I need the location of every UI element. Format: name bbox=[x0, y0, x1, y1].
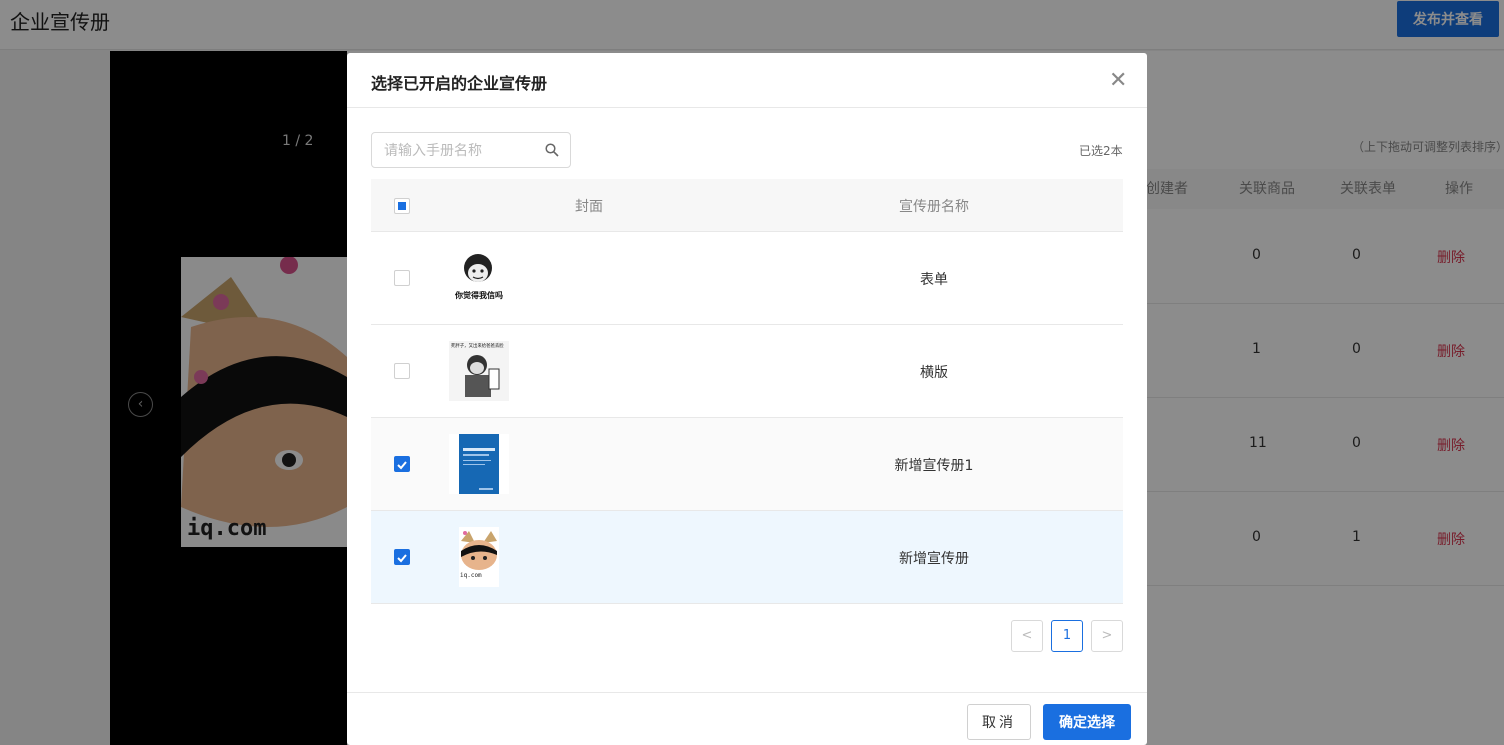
check-icon bbox=[397, 554, 407, 563]
col-cover: 封面 bbox=[575, 199, 603, 215]
row-checkbox[interactable] bbox=[394, 363, 410, 379]
brochure-name: 表单 bbox=[920, 272, 948, 288]
check-icon bbox=[397, 461, 407, 470]
svg-text:你觉得我信吗: 你觉得我信吗 bbox=[454, 290, 503, 300]
table-row[interactable]: 你觉得我信吗 表单 bbox=[371, 232, 1123, 325]
cancel-button[interactable]: 取消 bbox=[967, 704, 1031, 740]
modal-footer: 取消 确定选择 bbox=[347, 692, 1147, 745]
select-brochure-modal: 选择已开启的企业宣传册 ✕ 已选2本 封面 宣传册名称 bbox=[347, 53, 1147, 745]
cartoon-face-image: iq.com bbox=[449, 527, 509, 587]
meme-figure-image: 死胖子，又出来给爸爸丢脸 bbox=[449, 341, 509, 401]
brochure-name: 横版 bbox=[920, 365, 948, 381]
svg-text:iq.com: iq.com bbox=[460, 572, 482, 579]
svg-text:死胖子，又出来给爸爸丢脸: 死胖子，又出来给爸爸丢脸 bbox=[451, 342, 504, 349]
pagination-page[interactable]: 1 bbox=[1051, 620, 1083, 652]
brochure-table: 封面 宣传册名称 你觉得我信吗 表单 死胖子，又出来给爸爸丢脸 横版 新增宣传册… bbox=[371, 179, 1123, 604]
brochure-name: 新增宣传册 bbox=[899, 551, 969, 567]
table-row[interactable]: iq.com 新增宣传册 bbox=[371, 511, 1123, 604]
row-checkbox[interactable] bbox=[394, 270, 410, 286]
pagination-next[interactable]: > bbox=[1091, 620, 1123, 652]
table-row[interactable]: 新增宣传册1 bbox=[371, 418, 1123, 511]
search-box bbox=[371, 132, 571, 168]
cover-thumbnail bbox=[449, 434, 509, 494]
row-checkbox[interactable] bbox=[394, 549, 410, 565]
row-checkbox[interactable] bbox=[394, 456, 410, 472]
search-icon[interactable] bbox=[545, 143, 559, 157]
confirm-selection-button[interactable]: 确定选择 bbox=[1043, 704, 1131, 740]
cover-thumbnail: 死胖子，又出来给爸爸丢脸 bbox=[449, 341, 509, 401]
select-all-checkbox[interactable] bbox=[394, 198, 410, 214]
table-row[interactable]: 死胖子，又出来给爸爸丢脸 横版 bbox=[371, 325, 1123, 418]
search-input[interactable] bbox=[372, 133, 537, 167]
cover-thumbnail: iq.com bbox=[449, 527, 509, 587]
pagination-prev[interactable]: < bbox=[1011, 620, 1043, 652]
close-icon[interactable]: ✕ bbox=[1109, 70, 1127, 92]
brochure-name: 新增宣传册1 bbox=[894, 458, 974, 474]
cover-thumbnail: 你觉得我信吗 bbox=[449, 248, 509, 308]
meme-face-image: 你觉得我信吗 bbox=[449, 248, 509, 308]
modal-header: 选择已开启的企业宣传册 ✕ bbox=[347, 53, 1147, 108]
table-header: 封面 宣传册名称 bbox=[371, 179, 1123, 232]
selected-count: 已选2本 bbox=[1079, 144, 1123, 158]
modal-title: 选择已开启的企业宣传册 bbox=[371, 74, 548, 93]
blue-book-cover-image bbox=[449, 434, 509, 494]
col-brochure-name: 宣传册名称 bbox=[899, 199, 969, 215]
